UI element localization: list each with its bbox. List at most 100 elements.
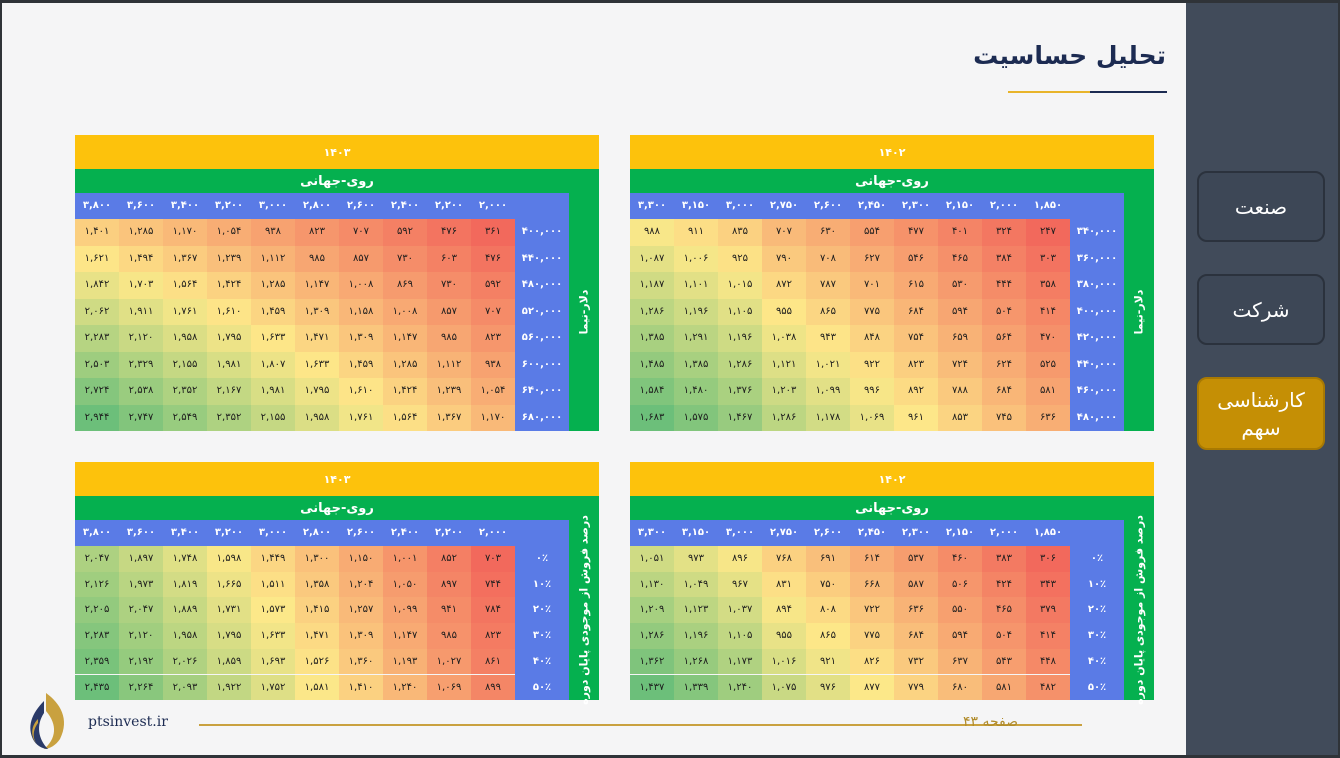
table-cell: ۹۲۲	[850, 351, 894, 378]
table-cell: ۱,۰۱۵	[718, 272, 762, 299]
table-cell: ۱,۰۵۴	[207, 219, 251, 246]
table-cell: ۱,۰۳۷	[718, 597, 762, 624]
table-cell: ۶۱۴	[850, 546, 894, 572]
column-header: ۲,۸۰۰	[302, 527, 332, 538]
table-cell: ۳۰۳	[1026, 245, 1070, 272]
row-header: ۴۸۰,۰۰۰	[521, 279, 563, 290]
sidebar-item-stock-valuation[interactable]: کارشناسی سهم	[1197, 377, 1325, 450]
table-cell: ۱,۹۸۱	[251, 378, 295, 405]
column-header: ۲,۲۰۰	[434, 527, 464, 538]
table-cell: ۹۸۵	[295, 245, 339, 272]
table-row-axis-title: درصد فروش از موجودی پایان دوره	[1132, 515, 1146, 705]
table-cell: ۸۵۳	[938, 404, 982, 431]
table-cell: ۸۹۷	[427, 571, 471, 598]
table-cell: ۶۰۳	[427, 245, 471, 272]
table-cell: ۶۶۸	[850, 571, 894, 598]
table-cell: ۱,۳۰۹	[339, 623, 383, 649]
table-cell: ۱,۴۲۴	[207, 272, 251, 299]
row-header: ۴۸۰,۰۰۰	[1076, 411, 1118, 423]
column-header: ۳,۳۰۰	[637, 527, 667, 538]
table-cell: ۱,۵۷۵	[674, 404, 718, 431]
table-cell: ۴۸۲	[1026, 674, 1070, 701]
row-header: ۴۴۰,۰۰۰	[521, 252, 563, 264]
table-cell: ۱,۶۸۳	[630, 404, 674, 431]
column-header: ۳,۴۰۰	[170, 527, 200, 538]
table-cell: ۱,۹۷۳	[119, 571, 163, 598]
table-cell: ۸۲۳	[295, 219, 339, 246]
table-cell: ۱,۱۰۵	[718, 298, 762, 325]
website-link[interactable]: ptsinvest.ir	[88, 714, 168, 730]
table-cell: ۱,۰۵۱	[630, 546, 674, 572]
table-cell: ۷۷۹	[894, 674, 938, 701]
table-cell: ۱,۲۳۹	[207, 245, 251, 272]
sensitivity-table: ۱۴۰۳ روی-جهانی ۳,۸۰۰ ۳,۶۰۰ ۳,۴۰۰ ۳,۲۰۰ ۳,۰۰۰ ۲,…	[75, 135, 599, 431]
table-cell: ۵۹۲	[471, 272, 515, 299]
table-cell: ۱,۷۴۸	[163, 546, 207, 572]
table-cell: ۲,۱۲۰	[119, 623, 163, 649]
table-cell: ۱,۴۸۰	[674, 378, 718, 405]
table-year-header: ۱۴۰۲	[630, 462, 1154, 496]
table-cell: ۱,۱۹۳	[383, 648, 427, 675]
company-logo-icon	[30, 693, 65, 749]
table-cell: ۱,۲۴۰	[718, 674, 762, 701]
table-cell: ۸۹۲	[894, 378, 938, 405]
table-cell: ۱,۱۴۷	[383, 623, 427, 649]
table-cell: ۱,۰۳۸	[762, 325, 806, 352]
row-header: ۱۰٪	[532, 578, 552, 590]
table-cell: ۴۷۷	[894, 219, 938, 246]
column-header: ۳,۸۰۰	[82, 200, 112, 211]
sensitivity-table: ۱۴۰۲ روی-جهانی ۳,۳۰۰ ۳,۱۵۰ ۳,۰۰۰ ۲,۷۵۰ ۲,۶۰۰ ۲,…	[630, 462, 1154, 705]
table-cell: ۲,۲۸۳	[75, 623, 119, 649]
table-column-headers: ۳,۳۰۰ ۳,۱۵۰ ۳,۰۰۰ ۲,۷۵۰ ۲,۶۰۰ ۲,۴۵۰ ۲,۳۰۰ ۲,۱۵۰…	[630, 193, 1070, 219]
table-cell: ۷۸۸	[938, 378, 982, 405]
column-header: ۳,۳۰۰	[637, 200, 667, 211]
table-cell: ۱,۱۲۳	[674, 597, 718, 624]
table-cell: ۸۰۸	[806, 597, 850, 624]
table-cell: ۱,۱۴۷	[383, 325, 427, 352]
row-header: ۲۰٪	[532, 604, 552, 616]
table-cell: ۷۰۷	[762, 219, 806, 246]
table-cell: ۱,۱۰۱	[674, 272, 718, 299]
table-cell: ۲,۱۹۲	[119, 648, 163, 675]
column-header: ۳,۲۰۰	[214, 200, 244, 211]
table-cell: ۱,۰۷۵	[762, 674, 806, 701]
table-column-headers: ۳,۸۰۰ ۳,۶۰۰ ۳,۴۰۰ ۳,۲۰۰ ۳,۰۰۰ ۲,۸۰۰ ۲,۶۰۰ ۲,۴۰۰…	[75, 193, 515, 219]
table-cell: ۳۰۶	[1026, 546, 1070, 572]
table-cell: ۱,۸۵۹	[207, 648, 251, 675]
row-header: ۳۶۰,۰۰۰	[1076, 252, 1118, 264]
table-cell: ۲۴۷	[1026, 219, 1070, 246]
sidebar-item-company[interactable]: شرکت	[1197, 274, 1325, 345]
table-cell: ۶۱۵	[894, 272, 938, 299]
table-cell: ۲,۱۵۵	[251, 404, 295, 431]
column-header: ۲,۴۵۰	[857, 200, 887, 211]
table-cell: ۱,۷۹۵	[207, 623, 251, 649]
table-cell: ۱,۸۰۷	[251, 351, 295, 378]
table-row-headers: ۰٪ ۱۰٪ ۲۰٪ ۳۰٪ ۴۰٪ ۵۰٪	[1070, 520, 1124, 701]
table-cell: ۷۲۴	[938, 351, 982, 378]
table-cell: ۱,۲۵۷	[339, 597, 383, 624]
table-cell: ۵۲۵	[1026, 351, 1070, 378]
table-cell: ۱,۵۸۱	[295, 674, 339, 701]
table-cell: ۳۶۱	[471, 219, 515, 246]
table-cell: ۲,۹۴۴	[75, 404, 119, 431]
table-cell: ۱,۴۱۰	[339, 674, 383, 701]
table-cell: ۱,۲۹۱	[674, 325, 718, 352]
column-header: ۳,۲۰۰	[214, 527, 244, 538]
row-header: ۰٪	[1090, 553, 1104, 564]
sensitivity-table: ۱۴۰۲ روی-جهانی ۳,۳۰۰ ۳,۱۵۰ ۳,۰۰۰ ۲,۷۵۰ ۲,۶۰۰ ۲,…	[630, 135, 1154, 431]
table-cell: ۹۴۳	[806, 325, 850, 352]
table-cell: ۱,۶۱۰	[207, 298, 251, 325]
table-cell: ۷۵۰	[806, 571, 850, 598]
table-cell: ۲,۰۴۷	[119, 597, 163, 624]
sidebar-item-industry[interactable]: صنعت	[1197, 171, 1325, 242]
table-row-axis-title: درصد فروش از موجودی پایان دوره	[577, 515, 591, 705]
row-header: ۳۸۰,۰۰۰	[1076, 279, 1118, 290]
page-number: صفحه ۴۳	[962, 714, 1018, 730]
table-cell: ۴۱۴	[1026, 623, 1070, 649]
table-cell: ۷۵۴	[894, 325, 938, 352]
table-cell: ۷۰۷	[339, 219, 383, 246]
table-cell: ۴۷۶	[427, 219, 471, 246]
table-cell: ۸۲۳	[894, 351, 938, 378]
column-header: ۲,۳۰۰	[901, 527, 931, 538]
page-title: تحلیل حساسیت	[973, 41, 1166, 70]
